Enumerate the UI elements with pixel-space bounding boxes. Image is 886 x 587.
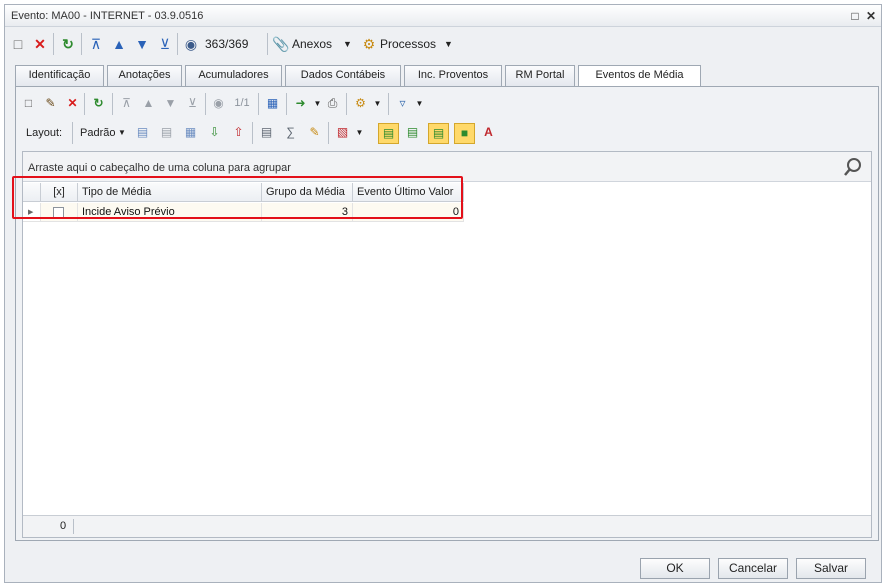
view-detail-icon[interactable]: ▤ xyxy=(428,123,449,144)
event-window: Evento: MA00 - INTERNET - 03.9.0516 □ ✕ … xyxy=(4,4,882,583)
footer-count: 0 xyxy=(60,520,67,532)
group-hint: Arraste aqui o cabeçalho de uma coluna p… xyxy=(28,162,291,174)
next-record-icon[interactable]: ▼ xyxy=(162,95,179,112)
layout-export-icon[interactable]: ⇧ xyxy=(230,124,247,141)
tab-anotacoes[interactable]: Anotações xyxy=(107,65,182,86)
separator xyxy=(286,93,287,115)
new-icon[interactable]: □ xyxy=(9,35,27,53)
refresh-icon[interactable]: ↻ xyxy=(90,95,107,112)
layout-import-icon[interactable]: ⇩ xyxy=(206,124,223,141)
chart-icon[interactable]: ▧ xyxy=(334,124,351,141)
sum-icon[interactable]: ∑ xyxy=(282,124,299,141)
separator xyxy=(267,33,268,55)
previous-record-icon[interactable]: ▲ xyxy=(140,95,157,112)
font-icon[interactable]: A xyxy=(480,124,497,141)
delete-icon[interactable]: ✕ xyxy=(31,35,49,53)
separator xyxy=(81,33,82,55)
previous-record-icon[interactable]: ▲ xyxy=(110,35,128,53)
tab-dados-contabeis[interactable]: Dados Contábeis xyxy=(285,65,401,86)
anexos-button[interactable]: Anexos xyxy=(292,33,332,55)
first-record-icon[interactable]: ⊼ xyxy=(87,35,105,53)
format-icon[interactable]: ✎ xyxy=(306,124,323,141)
main-toolbar: □ ✕ ↻ ⊼ ▲ ▼ ⊻ ◉ 363/369 📎 Anexos ▼ ⚙ Pro… xyxy=(5,29,881,61)
binoculars-icon[interactable]: ◉ xyxy=(182,35,200,53)
last-record-icon[interactable]: ⊻ xyxy=(184,95,201,112)
view-form-icon[interactable]: ▤ xyxy=(404,124,421,141)
separator xyxy=(177,33,178,55)
refresh-icon[interactable]: ↻ xyxy=(59,35,77,53)
tab-identificacao[interactable]: Identificação xyxy=(15,65,104,86)
layout-save-icon[interactable]: ▤ xyxy=(134,124,151,141)
close-icon[interactable]: ✕ xyxy=(863,8,879,24)
grid-toolbar: □ ✎ ✕ ↻ ⊼ ▲ ▼ ⊻ ◉ 1/1 ▦ ➜ ▼ ⎙ ⚙ ▼ ▿ ▼ xyxy=(16,93,876,115)
processos-button[interactable]: Processos xyxy=(380,33,436,55)
view-grid-icon[interactable]: ▤ xyxy=(378,123,399,144)
separator xyxy=(328,122,329,144)
highlight-box xyxy=(12,176,463,219)
layout-saveas-icon[interactable]: ▤ xyxy=(158,124,175,141)
chart-dropdown-icon[interactable]: ▼ xyxy=(351,124,368,141)
record-position: 363/369 xyxy=(205,37,249,51)
separator xyxy=(53,33,54,55)
separator xyxy=(72,122,73,144)
separator xyxy=(258,93,259,115)
layout-toolbar: Layout: Padrão ▼ ▤ ▤ ▦ ⇩ ⇧ ▤ ∑ ✎ ▧ ▼ ▤ ▤… xyxy=(16,122,876,146)
separator xyxy=(73,519,74,534)
processes-dropdown-icon[interactable]: ▼ xyxy=(369,95,386,112)
first-record-icon[interactable]: ⊼ xyxy=(118,95,135,112)
separator xyxy=(388,93,389,115)
processos-dropdown-icon[interactable]: ▼ xyxy=(444,33,453,55)
save-button[interactable]: Salvar xyxy=(796,558,866,579)
separator xyxy=(252,122,253,144)
separator xyxy=(346,93,347,115)
page-indicator: 1/1 xyxy=(234,97,250,109)
filter-dropdown-icon[interactable]: ▼ xyxy=(411,95,428,112)
grid-footer: 0 xyxy=(23,515,871,537)
layout-label: Layout: xyxy=(26,127,63,139)
tab-panel: □ ✎ ✕ ↻ ⊼ ▲ ▼ ⊻ ◉ 1/1 ▦ ➜ ▼ ⎙ ⚙ ▼ ▿ ▼ La… xyxy=(15,86,879,541)
view-preview-icon[interactable]: ■ xyxy=(454,123,475,144)
layout-list-icon[interactable]: ▦ xyxy=(182,124,199,141)
binoculars-icon[interactable]: ◉ xyxy=(210,95,227,112)
tab-rm-portal[interactable]: RM Portal xyxy=(505,65,575,86)
separator xyxy=(205,93,206,115)
separator xyxy=(112,93,113,115)
columns-icon[interactable]: ▤ xyxy=(258,124,275,141)
new-icon[interactable]: □ xyxy=(20,95,37,112)
filter-icon[interactable]: ▿ xyxy=(394,95,411,112)
cancel-button[interactable]: Cancelar xyxy=(718,558,788,579)
last-record-icon[interactable]: ⊻ xyxy=(156,35,174,53)
separator xyxy=(84,93,85,115)
delete-icon[interactable]: ✕ xyxy=(64,95,81,112)
tab-acumuladores[interactable]: Acumuladores xyxy=(185,65,282,86)
edit-icon[interactable]: ✎ xyxy=(42,95,59,112)
ok-button[interactable]: OK xyxy=(640,558,710,579)
restore-icon[interactable]: □ xyxy=(847,8,863,24)
title-bar: Evento: MA00 - INTERNET - 03.9.0516 □ ✕ xyxy=(5,5,881,27)
layout-select[interactable]: Padrão xyxy=(80,122,115,144)
export-icon[interactable]: ➜ xyxy=(292,95,309,112)
tab-eventos-de-media[interactable]: Eventos de Média xyxy=(578,65,701,87)
search-icon[interactable] xyxy=(843,157,863,177)
print-icon[interactable]: ⎙ xyxy=(324,95,341,112)
next-record-icon[interactable]: ▼ xyxy=(133,35,151,53)
paperclip-icon: 📎 xyxy=(272,36,290,52)
processos-icon: ⚙ xyxy=(362,36,376,52)
tab-inc-proventos[interactable]: Inc. Proventos xyxy=(404,65,502,86)
layout-dropdown-icon[interactable]: ▼ xyxy=(118,122,126,144)
window-title: Evento: MA00 - INTERNET - 03.9.0516 xyxy=(11,10,204,22)
processes-icon[interactable]: ⚙ xyxy=(352,95,369,112)
calendar-grid-icon[interactable]: ▦ xyxy=(264,95,281,112)
anexos-dropdown-icon[interactable]: ▼ xyxy=(343,33,352,55)
